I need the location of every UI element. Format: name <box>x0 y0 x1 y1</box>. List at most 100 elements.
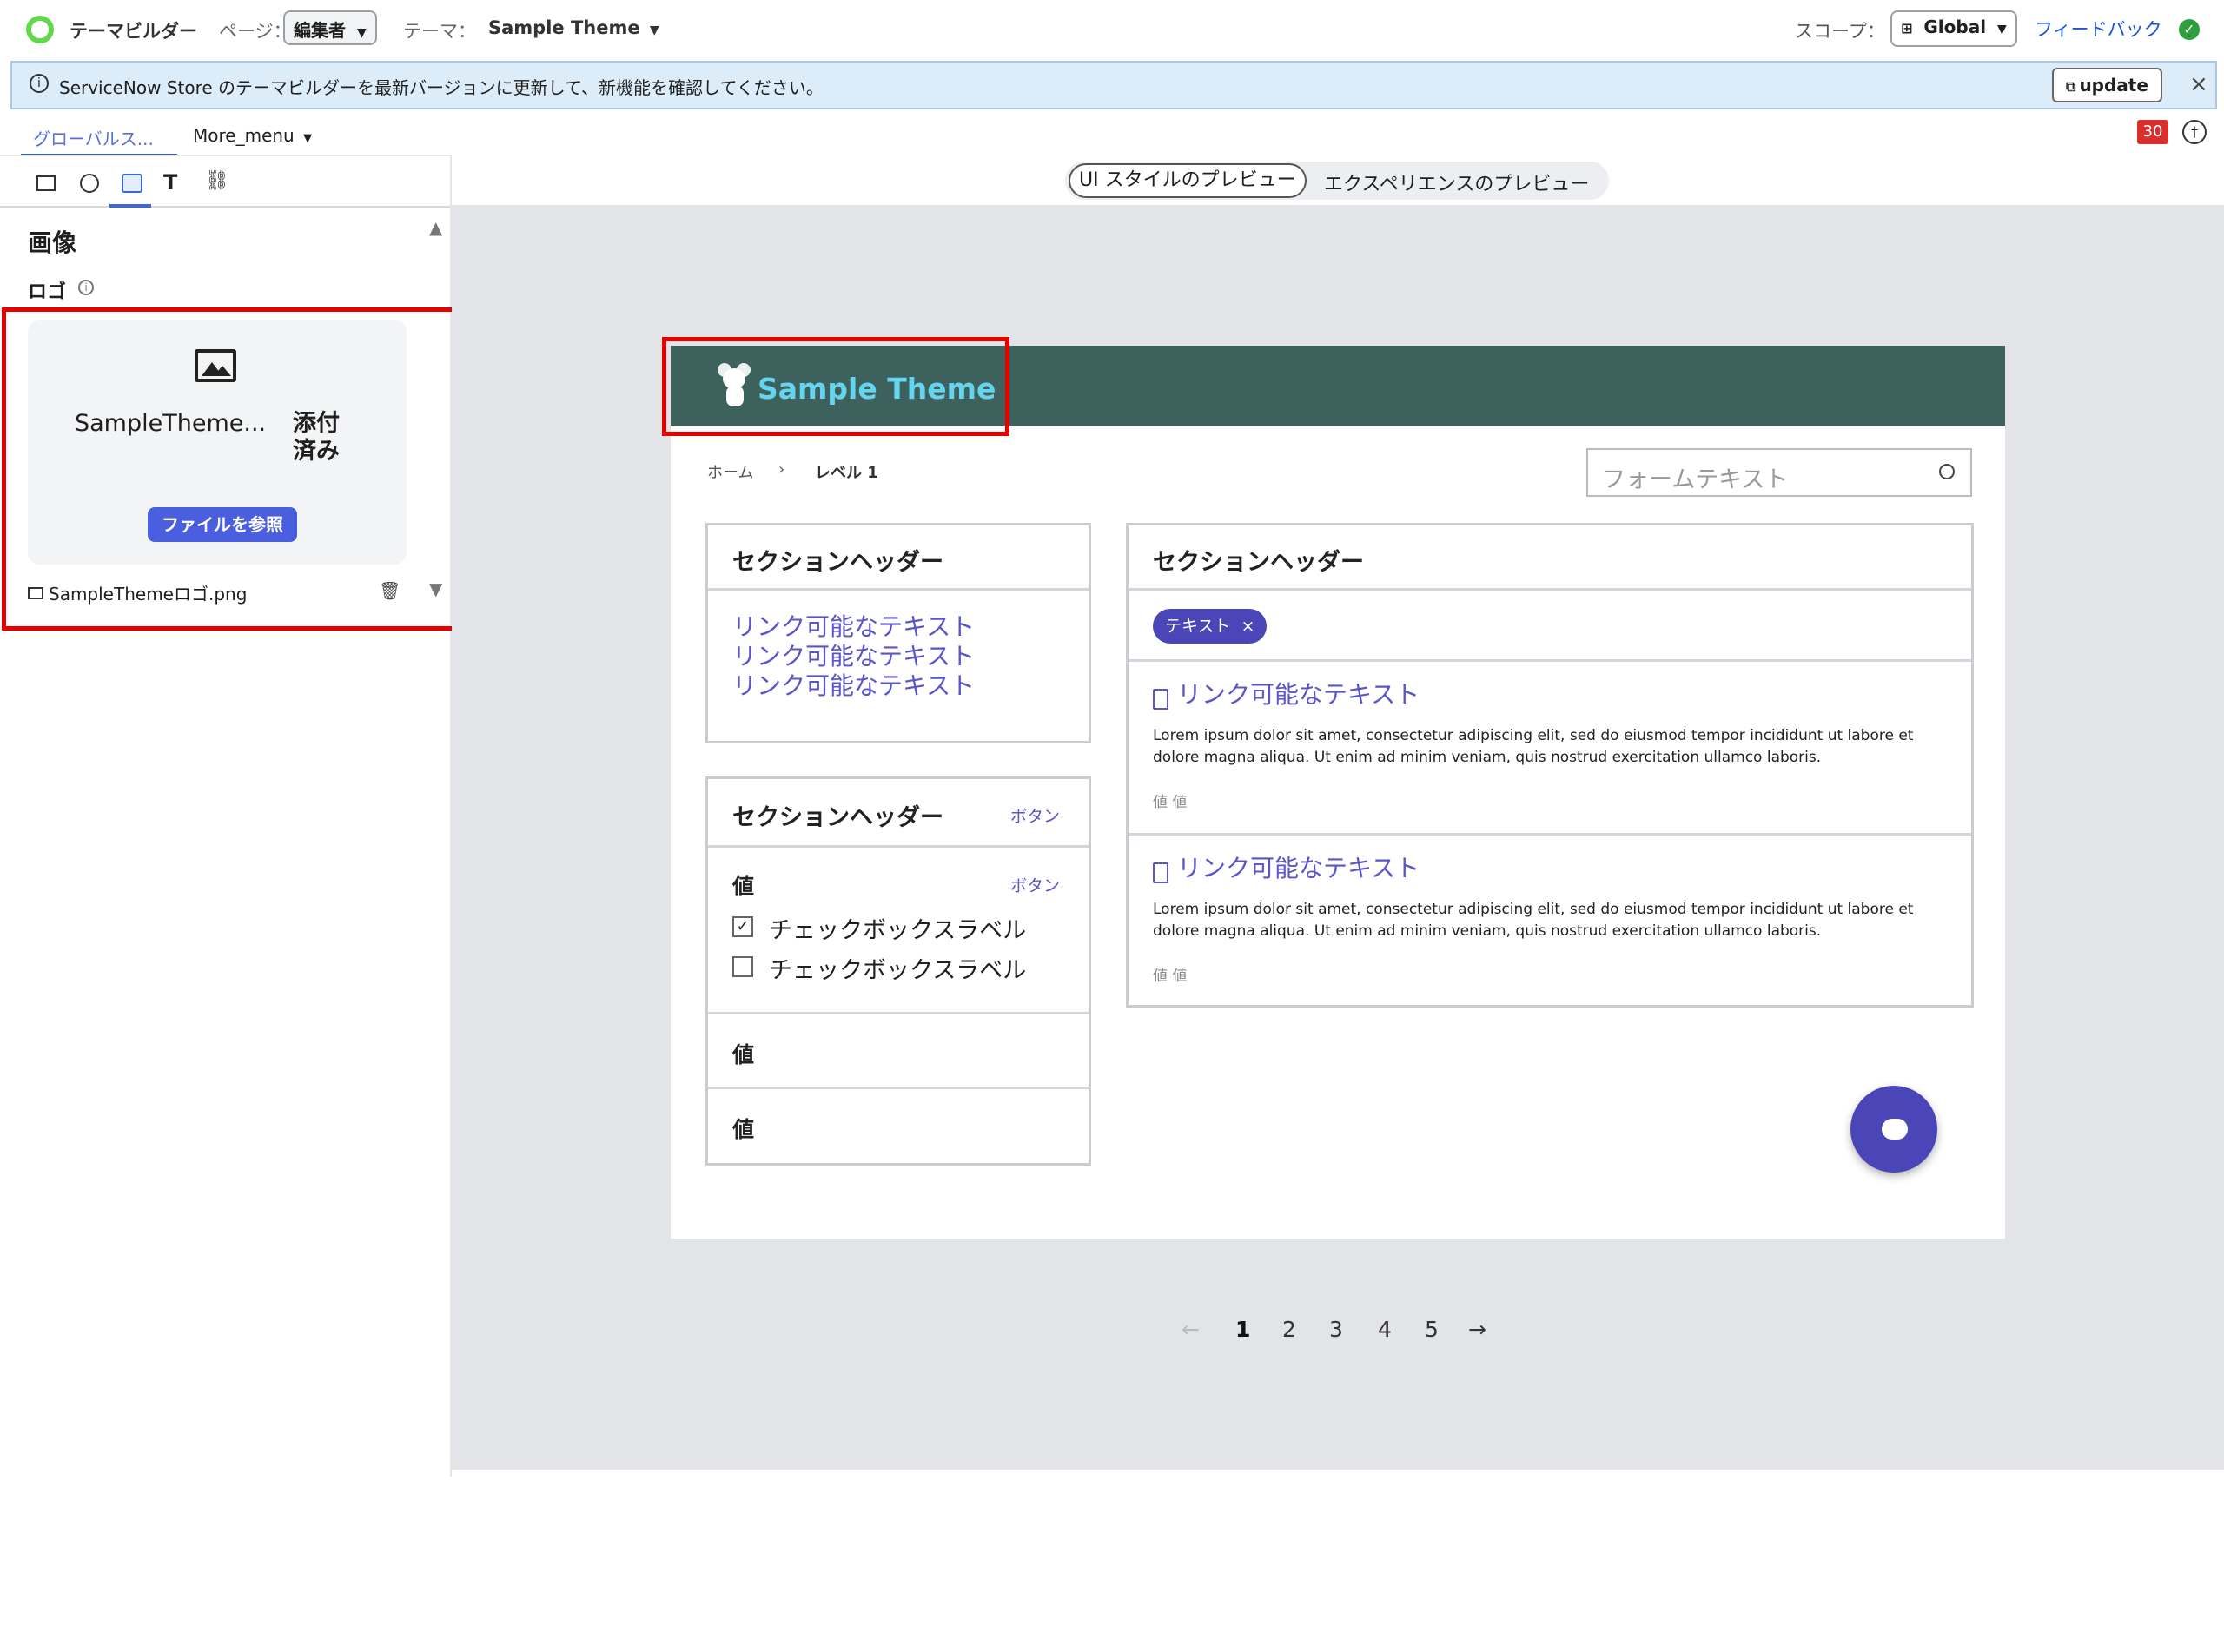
app-logo-icon <box>26 16 54 43</box>
next-arrow-icon[interactable]: → <box>1468 1317 1486 1342</box>
checkbox-label: チェックボックスラベル <box>769 917 1027 944</box>
image-icon <box>195 349 236 382</box>
divider <box>1129 588 1971 591</box>
close-icon[interactable]: × <box>2189 71 2208 97</box>
divider <box>708 845 1089 848</box>
chevron-down-icon: ▼ <box>303 132 313 145</box>
layout-icon[interactable] <box>36 175 56 191</box>
link-icon[interactable]: ⛓ <box>205 170 229 192</box>
pagination: ← 1 2 3 4 5 → <box>1182 1317 1512 1351</box>
link-text[interactable]: リンク可能なテキスト <box>732 671 975 701</box>
link-text[interactable]: リンク可能なテキスト <box>732 642 975 671</box>
value-label: 値 <box>732 874 755 899</box>
panel-toolbar: T ⛓ <box>0 156 452 208</box>
section-panel-links: セクションヘッダー リンク可能なテキスト リンク可能なテキスト リンク可能なテキ… <box>705 523 1091 743</box>
page-number[interactable]: 3 <box>1329 1317 1343 1342</box>
value-label: 値 <box>732 1117 755 1142</box>
chat-bubble-icon <box>1882 1119 1908 1140</box>
page-select-value: 編集者 <box>294 20 346 41</box>
item-description: Lorem ipsum dolor sit amet, consectetur … <box>1153 901 1914 940</box>
update-banner: i ServiceNow Store のテーマビルダーを最新バージョンに更新して… <box>10 61 2217 109</box>
logo-upload-card: SampleTheme... 添付済み ファイルを参照 <box>28 320 407 565</box>
page-number[interactable]: 2 <box>1282 1317 1296 1342</box>
breadcrumb-level: レベル 1 <box>815 464 878 482</box>
theme-select-value: Sample Theme <box>488 17 640 38</box>
section-header: セクションヘッダー <box>1153 549 1364 576</box>
page-label: ページ： <box>219 21 292 42</box>
link-text[interactable]: リンク可能なテキスト <box>1177 680 1420 710</box>
info-icon: i <box>30 74 49 93</box>
link-text[interactable]: リンク可能なテキスト <box>1177 854 1420 883</box>
divider <box>708 1087 1089 1089</box>
document-icon <box>1153 862 1168 883</box>
feedback-link[interactable]: フィードバック <box>2035 16 2162 42</box>
section-panel-list: セクションヘッダー テキスト × リンク可能なテキスト Lorem ipsum … <box>1126 523 1974 1008</box>
header-button[interactable]: ボタン <box>1010 803 1060 827</box>
divider <box>708 588 1089 591</box>
page-number[interactable]: 4 <box>1378 1317 1392 1342</box>
tab-more-menu[interactable]: More_menu ▼ <box>193 125 312 146</box>
page-number[interactable]: 1 <box>1235 1317 1250 1342</box>
divider <box>1129 659 1971 662</box>
browse-file-button[interactable]: ファイルを参照 <box>148 507 297 542</box>
scope-label: スコープ： <box>1795 21 1885 42</box>
scope-select[interactable]: ⊞ Global ▼ <box>1890 10 2017 47</box>
active-tool-indicator <box>109 204 151 208</box>
chevron-right-icon: › <box>778 460 785 479</box>
theme-label: テーマ： <box>403 21 476 42</box>
accessibility-icon[interactable]: † <box>2182 120 2207 144</box>
delete-icon[interactable]: 🗑 <box>379 580 400 601</box>
external-link-icon: ⧉ <box>2066 78 2076 95</box>
page-select[interactable]: 編集者 ▼ <box>283 10 377 45</box>
theme-select[interactable]: Sample Theme ▼ <box>488 17 659 38</box>
logo-label: ロゴ <box>28 281 67 303</box>
tab-global[interactable]: グローバルス... <box>21 120 177 156</box>
item-meta: 値 値 <box>1153 968 1188 985</box>
link-text[interactable]: リンク可能なテキスト <box>732 612 975 642</box>
divider <box>1129 833 1971 836</box>
attached-status: 添付済み <box>293 410 340 465</box>
experience-preview-toggle[interactable]: エクスペリエンスのプレビュー <box>1324 169 1589 196</box>
prev-arrow-icon[interactable]: ← <box>1182 1317 1200 1342</box>
scope-hierarchy-icon: ⊞ <box>1901 20 1913 36</box>
section-panel-form: セクションヘッダー ボタン 値 ボタン ✓ チェックボックスラベル チェックボッ… <box>705 776 1091 1166</box>
koala-logo-icon <box>716 360 754 408</box>
item-meta: 値 値 <box>1153 794 1188 811</box>
notification-badge[interactable]: 30 <box>2137 120 2168 144</box>
value-label: 値 <box>732 1042 755 1067</box>
divider <box>708 1012 1089 1014</box>
section-title: 画像 <box>28 228 77 257</box>
value-button[interactable]: ボタン <box>1010 873 1060 896</box>
image-tab-icon[interactable] <box>122 174 142 193</box>
scroll-up-icon[interactable]: ▲ <box>429 217 442 238</box>
status-check-icon: ✓ <box>2179 19 2200 40</box>
ui-style-preview-toggle[interactable]: UI スタイルのプレビュー <box>1069 163 1307 198</box>
search-icon[interactable] <box>1939 464 1955 479</box>
info-icon[interactable]: i <box>78 280 94 295</box>
update-label: update <box>2079 75 2148 96</box>
checkbox-unchecked[interactable] <box>732 956 753 977</box>
close-icon[interactable]: × <box>1241 617 1254 636</box>
breadcrumb-home[interactable]: ホーム <box>707 460 753 483</box>
scroll-down-icon[interactable]: ▼ <box>429 578 442 599</box>
page-number[interactable]: 5 <box>1425 1317 1439 1342</box>
checkbox-checked[interactable]: ✓ <box>732 916 753 937</box>
typography-icon[interactable]: T <box>163 170 177 195</box>
update-button[interactable]: ⧉ update <box>2052 68 2162 102</box>
chat-button[interactable] <box>1850 1086 1937 1173</box>
section-header: セクションヘッダー <box>732 549 943 576</box>
checkbox-label: チェックボックスラベル <box>769 957 1027 984</box>
filter-chip[interactable]: テキスト × <box>1153 609 1268 644</box>
item-description: Lorem ipsum dolor sit amet, consectetur … <box>1153 727 1914 766</box>
top-bar: テーマビルダー ページ： 編集者 ▼ テーマ： Sample Theme ▼ ス… <box>0 0 2224 57</box>
file-image-icon <box>28 587 43 599</box>
filter-chip-label: テキスト <box>1165 617 1231 636</box>
document-icon <box>1153 689 1168 710</box>
search-input[interactable]: フォームテキスト <box>1586 448 1972 497</box>
palette-icon[interactable] <box>80 174 99 193</box>
app-title: テーマビルダー <box>70 21 197 42</box>
chevron-down-icon: ▼ <box>1997 23 2007 36</box>
search-placeholder: フォームテキスト <box>1602 466 1789 493</box>
tab-global-label: グローバルス... <box>33 129 154 149</box>
section-header: セクションヘッダー <box>732 804 943 831</box>
